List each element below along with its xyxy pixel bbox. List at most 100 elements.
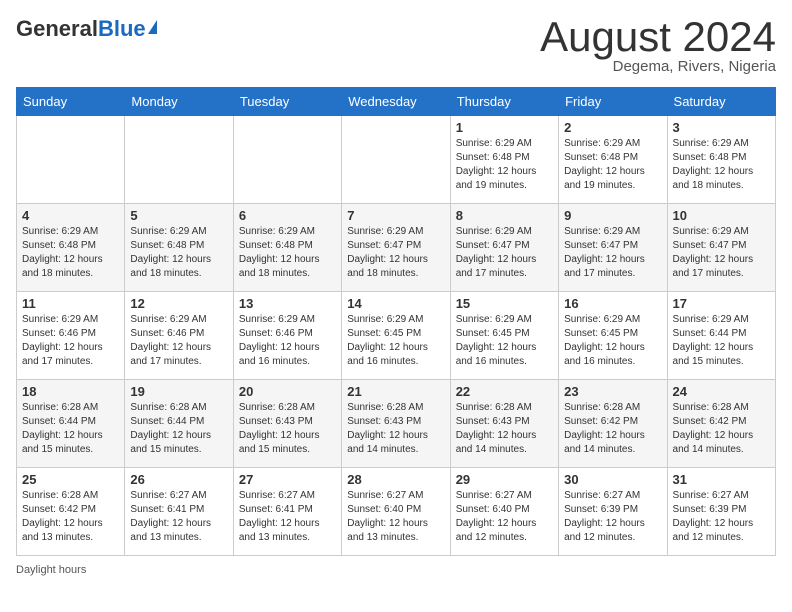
logo-general-text: General (16, 16, 98, 42)
calendar-cell: 6 Sunrise: 6:29 AM Sunset: 6:48 PM Daylig… (233, 204, 341, 292)
day-detail: Sunrise: 6:27 AM Sunset: 6:40 PM Dayligh… (456, 489, 553, 545)
week-row-4: 18 Sunrise: 6:28 AM Sunset: 6:44 PM Dayli… (17, 380, 776, 468)
day-detail: Sunrise: 6:29 AM Sunset: 6:47 PM Dayligh… (456, 225, 553, 281)
calendar-cell (233, 116, 341, 204)
day-detail: Sunrise: 6:27 AM Sunset: 6:40 PM Dayligh… (347, 489, 444, 545)
day-number: 4 (22, 208, 119, 223)
col-header-sunday: Sunday (17, 88, 125, 116)
calendar-cell: 20Sunrise: 6:28 AM Sunset: 6:43 PM Dayli… (233, 380, 341, 468)
col-header-friday: Friday (559, 88, 667, 116)
day-detail: Sunrise: 6:29 AM Sunset: 6:48 PM Dayligh… (673, 137, 770, 193)
day-detail: Sunrise: 6:27 AM Sunset: 6:39 PM Dayligh… (673, 489, 770, 545)
calendar-cell: 28 Sunrise: 6:27 AM Sunset: 6:40 PM Dayli… (342, 468, 450, 556)
day-number: 18 (22, 384, 119, 399)
day-detail: Sunrise: 6:28 AM Sunset: 6:44 PM Dayligh… (130, 401, 227, 457)
col-header-saturday: Saturday (667, 88, 775, 116)
day-number: 15 (456, 296, 553, 311)
day-number: 17 (673, 296, 770, 311)
calendar-cell: 26Sunrise: 6:27 AM Sunset: 6:41 PM Dayli… (125, 468, 233, 556)
calendar-cell: 16 Sunrise: 6:29 AM Sunset: 6:45 PM Dayli… (559, 292, 667, 380)
day-detail: Sunrise: 6:29 AM Sunset: 6:45 PM Dayligh… (456, 313, 553, 369)
day-detail: Sunrise: 6:29 AM Sunset: 6:47 PM Dayligh… (347, 225, 444, 281)
day-number: 7 (347, 208, 444, 223)
calendar-cell: 17 Sunrise: 6:29 AM Sunset: 6:44 PM Dayli… (667, 292, 775, 380)
day-detail: Sunrise: 6:29 AM Sunset: 6:44 PM Dayligh… (673, 313, 770, 369)
day-number: 29 (456, 472, 553, 487)
day-detail: Sunrise: 6:29 AM Sunset: 6:48 PM Dayligh… (239, 225, 336, 281)
calendar-cell: 9 Sunrise: 6:29 AM Sunset: 6:47 PM Daylig… (559, 204, 667, 292)
day-detail: Sunrise: 6:28 AM Sunset: 6:42 PM Dayligh… (22, 489, 119, 545)
page-header: General B lue August 2024 Degema, Rivers… (16, 16, 776, 75)
day-detail: Sunrise: 6:29 AM Sunset: 6:47 PM Dayligh… (564, 225, 661, 281)
calendar-cell: 7 Sunrise: 6:29 AM Sunset: 6:47 PM Daylig… (342, 204, 450, 292)
calendar-cell: 1Sunrise: 6:29 AM Sunset: 6:48 PM Daylig… (450, 116, 558, 204)
calendar-cell: 21 Sunrise: 6:28 AM Sunset: 6:43 PM Dayli… (342, 380, 450, 468)
col-header-tuesday: Tuesday (233, 88, 341, 116)
calendar-cell: 3Sunrise: 6:29 AM Sunset: 6:48 PM Daylig… (667, 116, 775, 204)
calendar-cell: 23Sunrise: 6:28 AM Sunset: 6:42 PM Dayli… (559, 380, 667, 468)
day-detail: Sunrise: 6:27 AM Sunset: 6:41 PM Dayligh… (239, 489, 336, 545)
calendar-cell: 8 Sunrise: 6:29 AM Sunset: 6:47 PM Daylig… (450, 204, 558, 292)
calendar-header-row: SundayMondayTuesdayWednesdayThursdayFrid… (17, 88, 776, 116)
location-text: Degema, Rivers, Nigeria (540, 58, 776, 75)
day-number: 2 (564, 120, 661, 135)
calendar-cell (342, 116, 450, 204)
day-number: 14 (347, 296, 444, 311)
day-detail: Sunrise: 6:29 AM Sunset: 6:48 PM Dayligh… (564, 137, 661, 193)
day-number: 28 (347, 472, 444, 487)
day-detail: Sunrise: 6:28 AM Sunset: 6:43 PM Dayligh… (456, 401, 553, 457)
day-detail: Sunrise: 6:28 AM Sunset: 6:42 PM Dayligh… (564, 401, 661, 457)
month-title: August 2024 (540, 16, 776, 58)
day-number: 10 (673, 208, 770, 223)
day-number: 6 (239, 208, 336, 223)
day-number: 8 (456, 208, 553, 223)
calendar-cell: 15 Sunrise: 6:29 AM Sunset: 6:45 PM Dayli… (450, 292, 558, 380)
calendar-cell: 30 Sunrise: 6:27 AM Sunset: 6:39 PM Dayli… (559, 468, 667, 556)
day-number: 26 (130, 472, 227, 487)
day-detail: Sunrise: 6:27 AM Sunset: 6:39 PM Dayligh… (564, 489, 661, 545)
calendar-cell: 10 Sunrise: 6:29 AM Sunset: 6:47 PM Dayli… (667, 204, 775, 292)
day-number: 22 (456, 384, 553, 399)
day-number: 1 (456, 120, 553, 135)
day-number: 21 (347, 384, 444, 399)
calendar-cell (17, 116, 125, 204)
day-detail: Sunrise: 6:29 AM Sunset: 6:48 PM Dayligh… (22, 225, 119, 281)
day-detail: Sunrise: 6:28 AM Sunset: 6:43 PM Dayligh… (347, 401, 444, 457)
logo-blue-text: B (98, 16, 114, 42)
day-detail: Sunrise: 6:28 AM Sunset: 6:44 PM Dayligh… (22, 401, 119, 457)
day-number: 24 (673, 384, 770, 399)
week-row-2: 4 Sunrise: 6:29 AM Sunset: 6:48 PM Daylig… (17, 204, 776, 292)
col-header-wednesday: Wednesday (342, 88, 450, 116)
calendar-cell: 14 Sunrise: 6:29 AM Sunset: 6:45 PM Dayli… (342, 292, 450, 380)
day-number: 16 (564, 296, 661, 311)
day-detail: Sunrise: 6:29 AM Sunset: 6:47 PM Dayligh… (673, 225, 770, 281)
day-number: 9 (564, 208, 661, 223)
calendar-table: SundayMondayTuesdayWednesdayThursdayFrid… (16, 87, 776, 556)
logo: General B lue (16, 16, 157, 42)
calendar-cell: 22 Sunrise: 6:28 AM Sunset: 6:43 PM Dayli… (450, 380, 558, 468)
day-detail: Sunrise: 6:29 AM Sunset: 6:45 PM Dayligh… (564, 313, 661, 369)
day-number: 27 (239, 472, 336, 487)
day-detail: Sunrise: 6:28 AM Sunset: 6:42 PM Dayligh… (673, 401, 770, 457)
title-block: August 2024 Degema, Rivers, Nigeria (540, 16, 776, 75)
week-row-1: 1 Sunrise: 6:29 AM Sunset: 6:48 PM Daylig… (17, 116, 776, 204)
calendar-cell: 27 Sunrise: 6:27 AM Sunset: 6:41 PM Dayli… (233, 468, 341, 556)
day-number: 13 (239, 296, 336, 311)
day-number: 5 (130, 208, 227, 223)
day-detail: Sunrise: 6:29 AM Sunset: 6:48 PM Dayligh… (130, 225, 227, 281)
day-number: 20 (239, 384, 336, 399)
logo-triangle-icon (148, 20, 157, 34)
day-detail: Sunrise: 6:29 AM Sunset: 6:46 PM Dayligh… (130, 313, 227, 369)
day-number: 25 (22, 472, 119, 487)
day-number: 12 (130, 296, 227, 311)
calendar-cell: 19 Sunrise: 6:28 AM Sunset: 6:44 PM Dayli… (125, 380, 233, 468)
day-detail: Sunrise: 6:29 AM Sunset: 6:45 PM Dayligh… (347, 313, 444, 369)
day-detail: Sunrise: 6:29 AM Sunset: 6:46 PM Dayligh… (22, 313, 119, 369)
calendar-cell: 13 Sunrise: 6:29 AM Sunset: 6:46 PM Dayli… (233, 292, 341, 380)
day-number: 30 (564, 472, 661, 487)
day-number: 19 (130, 384, 227, 399)
calendar-cell: 25 Sunrise: 6:28 AM Sunset: 6:42 PM Dayli… (17, 468, 125, 556)
calendar-cell: 12 Sunrise: 6:29 AM Sunset: 6:46 PM Dayli… (125, 292, 233, 380)
week-row-3: 11Sunrise: 6:29 AM Sunset: 6:46 PM Dayli… (17, 292, 776, 380)
day-detail: Sunrise: 6:29 AM Sunset: 6:46 PM Dayligh… (239, 313, 336, 369)
